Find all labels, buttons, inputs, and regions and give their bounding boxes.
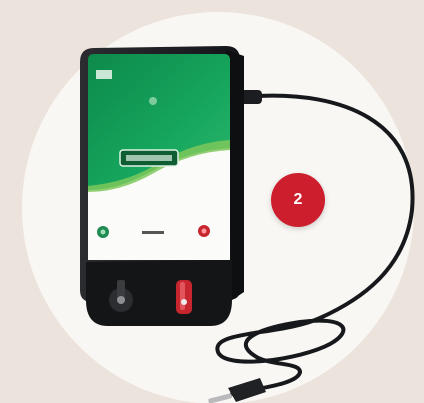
energizer-illustration [80, 46, 415, 403]
fence-terminal-icon [176, 280, 192, 314]
power-cord [215, 93, 415, 374]
logo-mark [96, 70, 112, 79]
product-photo-stage: 2 [0, 0, 424, 403]
terminal-base [86, 260, 232, 326]
indicator-light [149, 97, 157, 105]
callout-badge: 2 [271, 173, 325, 227]
plug-icon [208, 378, 266, 403]
